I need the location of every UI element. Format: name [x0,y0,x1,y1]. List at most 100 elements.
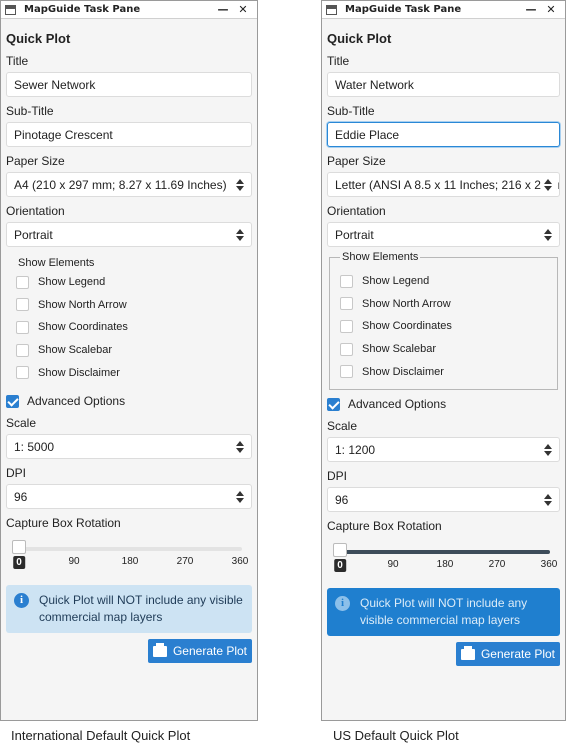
advanced-options-toggle[interactable]: Advanced Options [327,396,560,412]
generate-plot-label: Generate Plot [480,647,556,661]
generate-plot-label: Generate Plot [172,644,248,658]
rotation-label: Capture Box Rotation [6,516,121,530]
scale-value: 1: 5000 [14,439,55,454]
paper-size-label: Paper Size [327,154,386,168]
rotation-label: Capture Box Rotation [327,519,442,533]
minimize-icon[interactable]: — [213,3,233,16]
scale-label: Scale [6,416,37,430]
show-disclaimer-option[interactable]: Show Disclaimer [340,360,557,383]
subtitle-input[interactable]: Eddie Place [327,122,560,147]
checkbox-label: Show Legend [362,275,430,288]
show-coordinates-checkbox[interactable] [340,319,353,333]
title-input[interactable]: Water Network [327,72,560,97]
caption-international: International Default Quick Plot [11,728,191,743]
checkbox-label: Show Scalebar [38,344,112,357]
paper-size-value: Letter (ANSI A 8.5 x 11 Inches; 216 x 27… [335,177,560,192]
show-disclaimer-checkbox[interactable] [16,366,29,380]
orientation-select[interactable]: Portrait [6,222,252,247]
scale-select[interactable]: 1: 1200 [327,437,560,462]
slider-thumb[interactable] [12,540,26,554]
close-icon[interactable]: ✕ [541,3,561,16]
tick-label: 90 [387,559,399,570]
show-scalebar-option[interactable]: Show Scalebar [16,339,252,362]
subtitle-value: Eddie Place [335,127,400,142]
info-message: i Quick Plot will NOT include any visibl… [327,588,560,636]
scale-value: 1: 1200 [335,442,376,457]
orientation-label: Orientation [6,204,65,218]
generate-plot-button[interactable]: Generate Plot [148,639,252,663]
show-coordinates-option[interactable]: Show Coordinates [340,315,557,338]
tick-label: 0 [334,559,346,572]
select-arrows-icon [544,444,552,456]
show-north-arrow-option[interactable]: Show North Arrow [16,294,252,317]
orientation-select[interactable]: Portrait [327,222,560,247]
window-title: MapGuide Task Pane [345,4,462,15]
select-arrows-icon [544,179,552,191]
show-legend-checkbox[interactable] [16,275,29,289]
select-arrows-icon [544,229,552,241]
dpi-value: 96 [14,489,28,504]
title-label: Title [6,54,29,68]
show-legend-option[interactable]: Show Legend [340,270,557,293]
subtitle-input[interactable]: Pinotage Crescent [6,122,252,147]
printer-icon [152,642,167,657]
show-disclaimer-checkbox[interactable] [340,365,353,379]
show-coordinates-option[interactable]: Show Coordinates [16,316,252,339]
title-label: Title [327,54,350,68]
show-scalebar-checkbox[interactable] [16,343,29,357]
show-elements-group: Show Elements Show Legend Show North Arr… [6,257,252,387]
subtitle-value: Pinotage Crescent [14,127,113,142]
tick-label: 270 [176,556,194,567]
show-legend-checkbox[interactable] [340,274,353,288]
window-icon [326,4,337,15]
select-arrows-icon [236,491,244,503]
info-message: i Quick Plot will NOT include any visibl… [6,585,252,633]
task-pane-international: MapGuide Task Pane — ✕ Quick Plot Title … [0,0,258,721]
minimize-icon[interactable]: — [521,3,541,16]
show-legend-option[interactable]: Show Legend [16,271,252,294]
orientation-label: Orientation [327,204,386,218]
select-arrows-icon [236,441,244,453]
show-north-arrow-checkbox[interactable] [340,297,353,311]
slider-track[interactable] [12,547,242,551]
window-icon [5,4,16,15]
title-input[interactable]: Sewer Network [6,72,252,97]
dpi-label: DPI [327,469,348,483]
show-scalebar-option[interactable]: Show Scalebar [340,338,557,361]
show-coordinates-checkbox[interactable] [16,320,29,334]
slider-track[interactable] [333,550,550,554]
show-disclaimer-option[interactable]: Show Disclaimer [16,361,252,384]
show-elements-group: Show Elements Show Legend Show North Arr… [329,251,558,390]
show-north-arrow-option[interactable]: Show North Arrow [340,293,557,316]
window-titlebar: MapGuide Task Pane — ✕ [1,1,257,19]
tick-label: 360 [540,559,558,570]
printer-icon [460,645,475,660]
checkbox-label: Show Disclaimer [362,365,444,378]
select-arrows-icon [236,229,244,241]
paper-size-select[interactable]: Letter (ANSI A 8.5 x 11 Inches; 216 x 27… [327,172,560,197]
advanced-options-checkbox[interactable] [327,397,340,411]
dpi-select[interactable]: 96 [6,484,252,509]
checkbox-label: Show Coordinates [38,321,128,334]
show-elements-legend: Show Elements [16,257,97,269]
info-icon: i [14,593,29,608]
close-icon[interactable]: ✕ [233,3,253,16]
paper-size-label: Paper Size [6,154,65,168]
advanced-options-toggle[interactable]: Advanced Options [6,393,252,409]
rotation-slider[interactable]: 0 90 180 270 360 [327,543,560,573]
info-icon: i [335,596,350,611]
select-arrows-icon [236,179,244,191]
slider-thumb[interactable] [333,543,347,557]
paper-size-select[interactable]: A4 (210 x 297 mm; 8.27 x 11.69 Inches) [6,172,252,197]
dpi-select[interactable]: 96 [327,487,560,512]
advanced-options-label: Advanced Options [348,397,447,411]
rotation-slider[interactable]: 0 90 180 270 360 [6,540,252,570]
generate-plot-button[interactable]: Generate Plot [456,642,560,666]
advanced-options-checkbox[interactable] [6,394,19,408]
tick-label: 0 [13,556,25,569]
show-scalebar-checkbox[interactable] [340,342,353,356]
caption-us: US Default Quick Plot [333,728,459,743]
scale-select[interactable]: 1: 5000 [6,434,252,459]
show-north-arrow-checkbox[interactable] [16,298,29,312]
checkbox-label: Show Disclaimer [38,366,120,379]
